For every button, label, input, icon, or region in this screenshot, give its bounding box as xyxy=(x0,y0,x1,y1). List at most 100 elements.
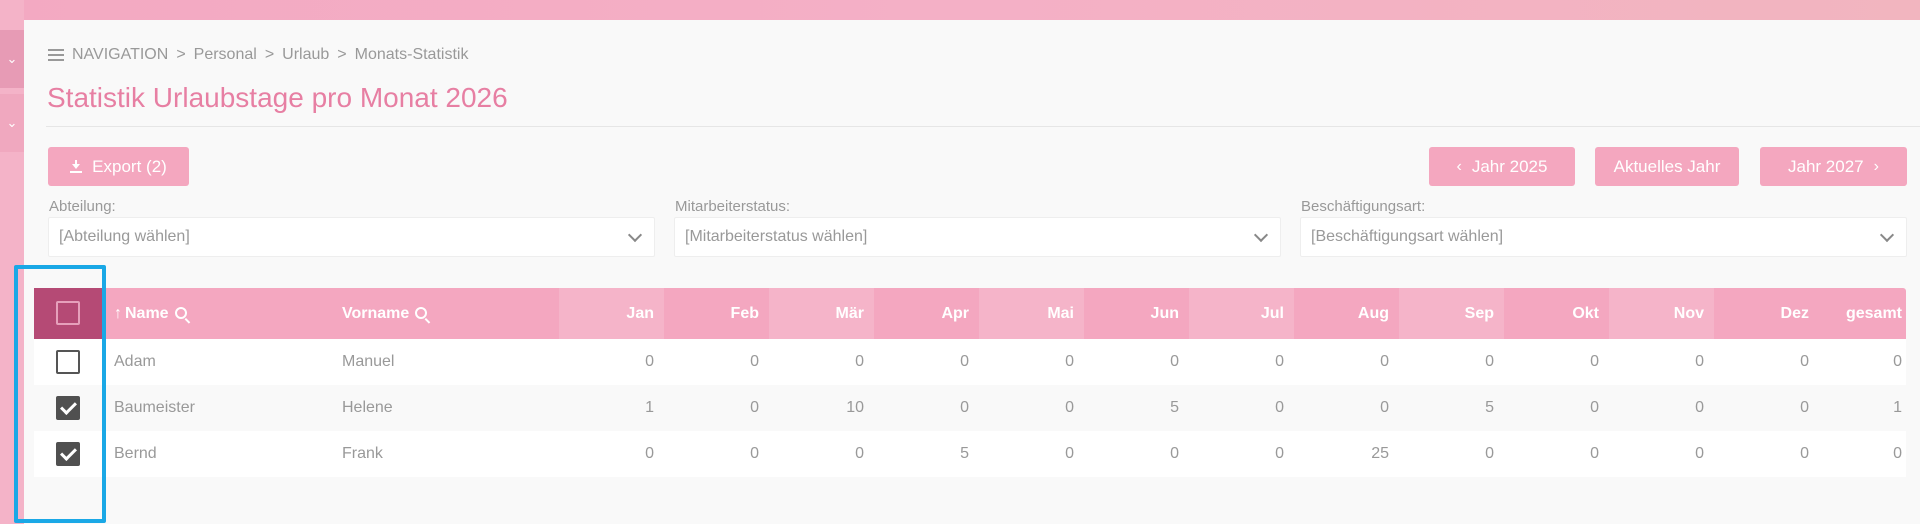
export-button[interactable]: Export (2) xyxy=(48,147,189,186)
cell-name: Bernd xyxy=(114,445,157,462)
column-header-month[interactable]: Jan xyxy=(559,288,654,339)
breadcrumb-separator: > xyxy=(264,46,275,63)
cell-name: Baumeister xyxy=(114,399,195,416)
column-header-total[interactable]: gesamt xyxy=(1819,288,1902,339)
department-select-value: [Abteilung wählen] xyxy=(59,228,190,245)
table-row[interactable]: Baumeister Helene 1 0 10 0 0 5 0 0 5 0 0 0 1 xyxy=(34,385,1906,431)
breadcrumb-separator: > xyxy=(337,46,347,63)
chevron-right-icon: › xyxy=(1873,157,1879,175)
column-header-month[interactable]: Sep xyxy=(1399,288,1494,339)
cell-month-value: 0 xyxy=(1065,399,1074,416)
breadcrumb: NAVIGATION > Personal > Urlaub > Monats-… xyxy=(48,46,468,64)
column-header-month[interactable]: Okt xyxy=(1504,288,1599,339)
department-label: Abteilung: xyxy=(49,198,116,215)
employee-status-select[interactable]: [Mitarbeiterstatus wählen] xyxy=(674,217,1281,257)
employment-type-label: Beschäftigungsart: xyxy=(1301,198,1426,215)
cell-month-value: 0 xyxy=(1170,353,1179,370)
column-header-name-label: Name xyxy=(125,305,169,322)
column-header-month[interactable]: Dez xyxy=(1714,288,1809,339)
sidebar-toggle-1[interactable]: ⌄ xyxy=(0,30,24,88)
chevron-down-icon: ⌄ xyxy=(6,115,18,130)
table-header: ↑ Name Vorname Jan Feb Mär Apr Mai Jun Jul Aug Se… xyxy=(34,288,1906,339)
cell-month-value: 0 xyxy=(750,353,759,370)
cell-month-value: 0 xyxy=(750,445,759,462)
employee-status-label: Mitarbeiterstatus: xyxy=(675,198,791,215)
chevron-down-icon xyxy=(627,227,643,243)
cell-month-value: 0 xyxy=(1695,445,1704,462)
column-header-firstname[interactable]: Vorname xyxy=(342,288,428,339)
column-header-month[interactable]: Mai xyxy=(979,288,1074,339)
cell-total: 1 xyxy=(1893,399,1902,416)
main-content: NAVIGATION > Personal > Urlaub > Monats-… xyxy=(14,20,1920,524)
cell-month-value: 0 xyxy=(1485,353,1494,370)
breadcrumb-separator: > xyxy=(176,46,186,63)
column-header-month[interactable]: Jul xyxy=(1189,288,1284,339)
current-year-button[interactable]: Aktuelles Jahr xyxy=(1595,147,1739,186)
table-row[interactable]: Adam Manuel 0 0 0 0 0 0 0 0 0 0 0 0 0 xyxy=(34,339,1906,385)
cell-month-value: 5 xyxy=(1170,399,1179,416)
export-button-label: Export (2) xyxy=(92,156,167,176)
chevron-down-icon: ⌄ xyxy=(6,51,18,66)
cell-month-value: 10 xyxy=(846,399,864,416)
divider xyxy=(46,126,1920,127)
cell-month-value: 0 xyxy=(1065,353,1074,370)
column-header-month[interactable]: Aug xyxy=(1294,288,1389,339)
cell-month-value: 0 xyxy=(960,353,969,370)
chevron-down-icon xyxy=(1253,227,1269,243)
menu-icon[interactable] xyxy=(48,49,64,61)
selection-highlight xyxy=(14,265,106,523)
cell-month-value: 0 xyxy=(960,399,969,416)
cell-month-value: 0 xyxy=(1590,399,1599,416)
cell-firstname: Helene xyxy=(342,399,393,416)
search-icon[interactable] xyxy=(415,307,428,319)
table-row xyxy=(34,477,1906,488)
breadcrumb-item-urlaub[interactable]: Urlaub xyxy=(282,46,329,64)
cell-month-value: 5 xyxy=(960,445,969,462)
cell-month-value: 0 xyxy=(1380,353,1389,370)
column-header-name[interactable]: ↑ Name xyxy=(114,288,187,339)
column-header-month[interactable]: Jun xyxy=(1084,288,1179,339)
cell-total: 0 xyxy=(1893,353,1902,370)
cell-month-value: 0 xyxy=(1380,399,1389,416)
table-row[interactable]: Bernd Frank 0 0 0 5 0 0 0 25 0 0 0 0 0 xyxy=(34,431,1906,477)
statistics-table: ↑ Name Vorname Jan Feb Mär Apr Mai Jun Jul Aug Se… xyxy=(34,288,1906,488)
cell-total: 0 xyxy=(1893,445,1902,462)
cell-month-value: 0 xyxy=(1485,445,1494,462)
employee-status-select-value: [Mitarbeiterstatus wählen] xyxy=(685,228,868,245)
search-icon[interactable] xyxy=(174,307,187,319)
next-year-button[interactable]: Jahr 2027 › xyxy=(1760,147,1907,186)
sidebar-toggle-2[interactable]: ⌄ xyxy=(0,94,24,152)
current-year-label: Aktuelles Jahr xyxy=(1613,156,1721,176)
cell-month-value: 0 xyxy=(750,399,759,416)
cell-firstname: Manuel xyxy=(342,353,395,370)
column-header-month[interactable]: Mär xyxy=(769,288,864,339)
column-header-month[interactable]: Feb xyxy=(664,288,759,339)
cell-month-value: 0 xyxy=(855,353,864,370)
cell-month-value: 1 xyxy=(645,399,654,416)
breadcrumb-item-personal[interactable]: Personal xyxy=(194,46,257,64)
cell-month-value: 0 xyxy=(1800,445,1809,462)
column-header-month[interactable]: Nov xyxy=(1609,288,1704,339)
sort-ascending-icon: ↑ xyxy=(114,305,122,322)
cell-month-value: 0 xyxy=(1800,353,1809,370)
previous-year-button[interactable]: ‹ Jahr 2025 xyxy=(1429,147,1575,186)
cell-month-value: 0 xyxy=(1590,353,1599,370)
department-select[interactable]: [Abteilung wählen] xyxy=(48,217,655,257)
cell-month-value: 0 xyxy=(1065,445,1074,462)
column-header-month[interactable]: Apr xyxy=(874,288,969,339)
cell-month-value: 0 xyxy=(1695,353,1704,370)
cell-month-value: 0 xyxy=(645,353,654,370)
chevron-down-icon xyxy=(1879,227,1895,243)
cell-month-value: 0 xyxy=(1275,353,1284,370)
cell-month-value: 0 xyxy=(855,445,864,462)
cell-firstname: Frank xyxy=(342,445,383,462)
chevron-left-icon: ‹ xyxy=(1456,157,1462,175)
cell-name: Adam xyxy=(114,353,156,370)
employment-type-select[interactable]: [Beschäftigungsart wählen] xyxy=(1300,217,1907,257)
cell-month-value: 0 xyxy=(1275,399,1284,416)
breadcrumb-item-navigation[interactable]: NAVIGATION xyxy=(72,46,168,64)
breadcrumb-item-monats-statistik: Monats-Statistik xyxy=(354,46,469,63)
download-icon xyxy=(70,160,83,173)
previous-year-label: Jahr 2025 xyxy=(1471,156,1548,176)
next-year-label: Jahr 2027 xyxy=(1788,156,1864,176)
